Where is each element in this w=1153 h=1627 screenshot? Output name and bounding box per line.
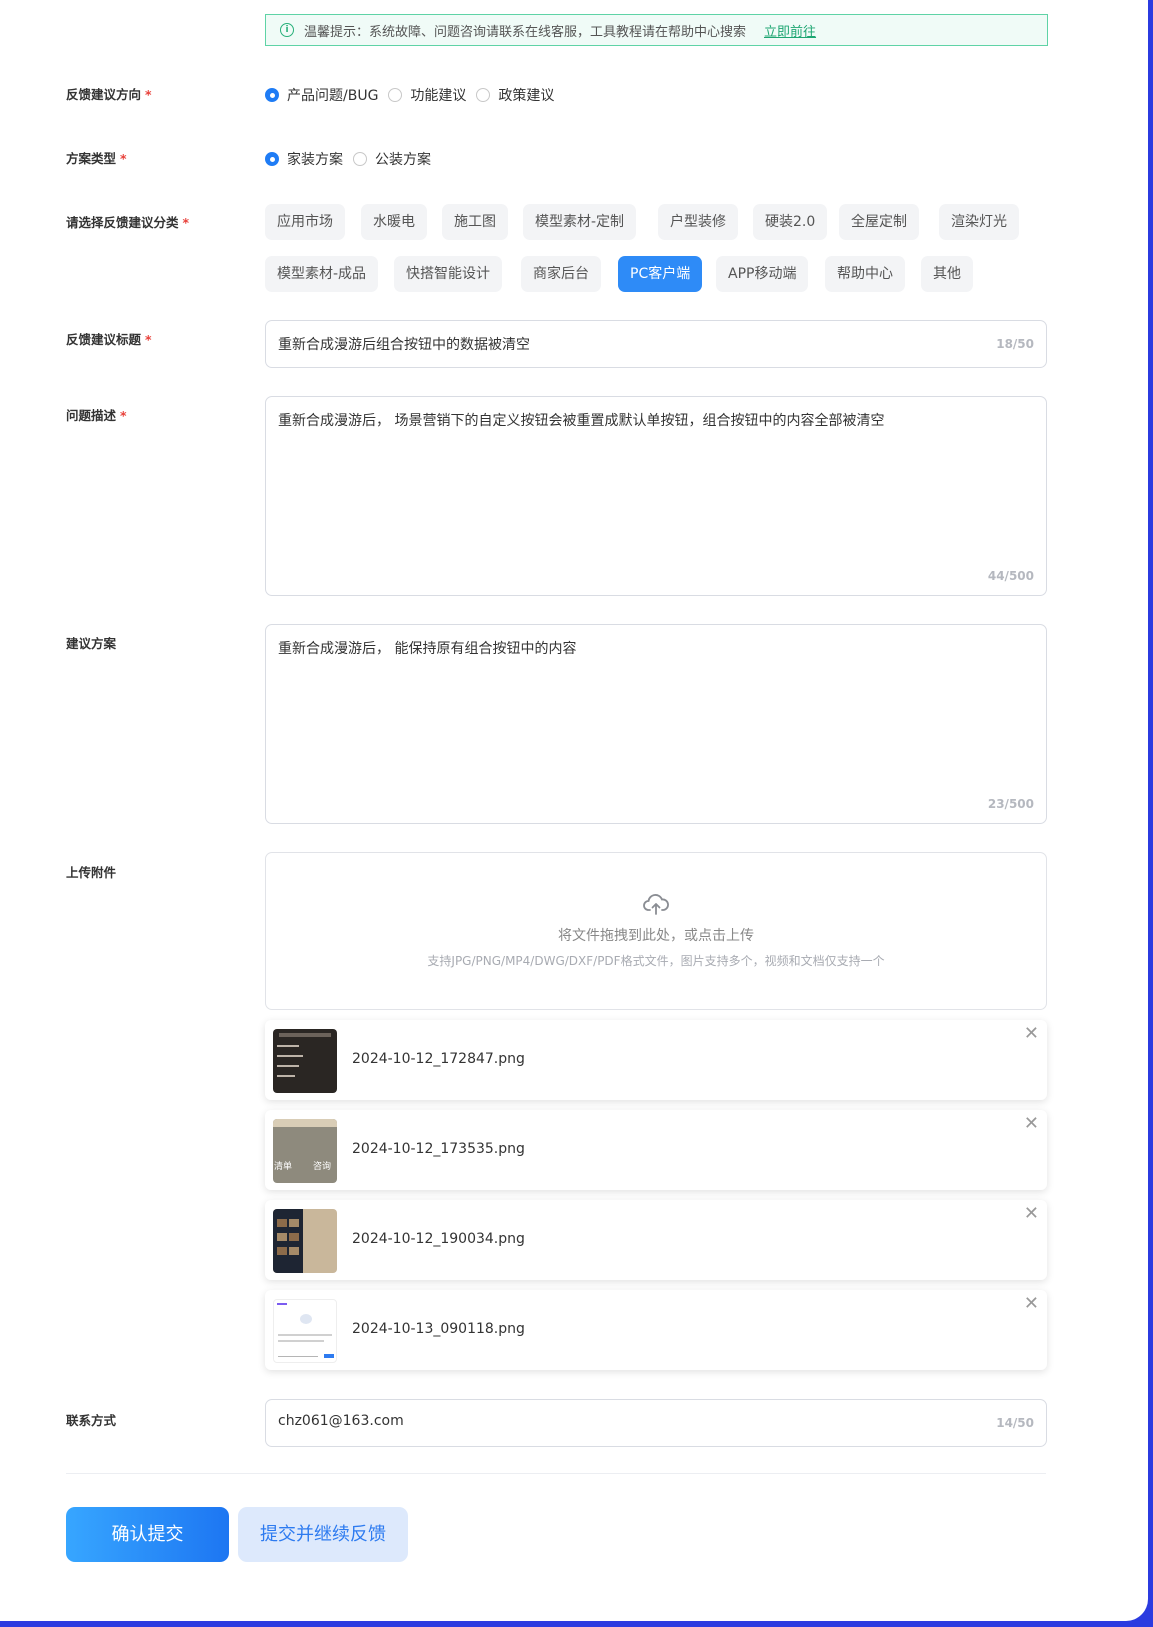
chip-render-lighting[interactable]: 渲染灯光 [939,204,1019,240]
upload-hint: 将文件拖拽到此处，或点击上传 [558,928,754,944]
suggestion-value: 重新合成漫游后， 能保持原有组合按钮中的内容 [278,641,577,657]
suggestion-char-count: 23/500 [987,797,1034,811]
chip-floorplan-decoration[interactable]: 户型装修 [658,204,738,240]
contact-label: 联系方式 [66,1413,117,1428]
radio-unchecked-icon [353,152,367,166]
description-char-count: 44/500 [987,569,1034,583]
file-item: 清单 咨询 2024-10-12_173535.png ✕ [265,1110,1047,1190]
upload-label: 上传附件 [66,865,117,880]
title-input[interactable]: 重新合成漫游后组合按钮中的数据被清空 18/50 [265,320,1047,368]
description-value: 重新合成漫游后， 场景营销下的自定义按钮会被重置成默认单按钮，组合按钮中的内容全… [278,413,885,429]
feedback-form-page: i 温馨提示：系统故障、问题咨询请联系在线客服，工具教程请在帮助中心搜索 立即前… [0,0,1148,1621]
chip-other[interactable]: 其他 [921,256,973,292]
upload-dropzone[interactable]: 将文件拖拽到此处，或点击上传 支持JPG/PNG/MP4/DWG/DXF/PDF… [265,852,1047,1010]
radio-commercial-plan[interactable]: 公装方案 [353,149,431,169]
title-label: 反馈建议标题 * [66,332,152,347]
title-char-count: 18/50 [996,337,1034,351]
chip-merchant-backend[interactable]: 商家后台 [521,256,601,292]
notice-link[interactable]: 立即前往 [764,21,816,40]
radio-checked-icon [265,152,279,166]
chip-app-market[interactable]: 应用市场 [265,204,345,240]
chip-hardscape[interactable]: 硬装2.0 [753,204,828,240]
file-name: 2024-10-12_190034.png [352,1231,525,1247]
file-thumbnail[interactable] [273,1299,337,1363]
chip-app-mobile[interactable]: APP移动端 [716,256,809,292]
chip-model-finished[interactable]: 模型素材-成品 [265,256,379,292]
radio-policy-suggestion[interactable]: 政策建议 [476,85,554,105]
radio-checked-icon [265,88,279,102]
required-mark: * [145,332,152,347]
remove-file-icon[interactable]: ✕ [1024,1115,1039,1133]
description-label: 问题描述 * [66,408,127,423]
file-item: 2024-10-13_090118.png ✕ [265,1290,1047,1370]
radio-unchecked-icon [476,88,491,102]
file-name: 2024-10-12_172847.png [352,1051,525,1067]
chip-pc-client[interactable]: PC客户端 [618,256,703,292]
remove-file-icon[interactable]: ✕ [1024,1025,1039,1043]
radio-home-plan[interactable]: 家装方案 [265,149,343,169]
chip-plumbing-electric[interactable]: 水暖电 [361,204,427,240]
suggestion-label: 建议方案 [66,636,117,651]
direction-radio-group: 产品问题/BUG 功能建议 政策建议 [265,85,564,105]
file-name: 2024-10-13_090118.png [352,1321,525,1337]
upload-formats: 支持JPG/PNG/MP4/DWG/DXF/PDF格式文件，图片支持多个，视频和… [427,954,885,968]
suggestion-textarea[interactable]: 重新合成漫游后， 能保持原有组合按钮中的内容 23/500 [265,624,1047,824]
notice-bar: i 温馨提示：系统故障、问题咨询请联系在线客服，工具教程请在帮助中心搜索 立即前… [265,14,1048,46]
submit-continue-button[interactable]: 提交并继续反馈 [238,1507,408,1562]
required-mark: * [120,151,127,166]
notice-text: 温馨提示：系统故障、问题咨询请联系在线客服，工具教程请在帮助中心搜索 [304,24,747,40]
plan-type-radio-group: 家装方案 公装方案 [265,149,441,169]
required-mark: * [120,408,127,423]
file-item: 2024-10-12_172847.png ✕ [265,1020,1047,1100]
contact-input-value: chz061@163.com [278,1413,404,1429]
radio-feature-suggestion[interactable]: 功能建议 [388,85,466,105]
file-item: 2024-10-12_190034.png ✕ [265,1200,1047,1280]
radio-product-bug[interactable]: 产品问题/BUG [265,85,378,105]
remove-file-icon[interactable]: ✕ [1024,1205,1039,1223]
plan-type-label: 方案类型 * [66,151,127,166]
window-frame-edge [1148,0,1153,1627]
chip-model-custom[interactable]: 模型素材-定制 [523,204,637,240]
required-mark: * [182,215,190,230]
chip-whole-house-custom[interactable]: 全屋定制 [839,204,919,240]
chip-help-center[interactable]: 帮助中心 [825,256,905,292]
title-input-value: 重新合成漫游后组合按钮中的数据被清空 [278,337,530,353]
required-mark: * [145,87,152,102]
chip-quick-design[interactable]: 快搭智能设计 [394,256,502,292]
submit-button[interactable]: 确认提交 [66,1507,229,1562]
category-label: 请选择反馈建议分类 * [66,215,190,230]
remove-file-icon[interactable]: ✕ [1024,1295,1039,1313]
chip-construction-drawing[interactable]: 施工图 [442,204,508,240]
contact-char-count: 14/50 [996,1416,1034,1430]
file-thumbnail[interactable]: 清单 咨询 [273,1119,337,1183]
direction-label: 反馈建议方向 * [66,87,152,102]
divider [66,1473,1046,1474]
upload-cloud-icon [266,893,1046,919]
file-thumbnail[interactable] [273,1029,337,1093]
category-chips: 应用市场 水暖电 施工图 模型素材-定制 户型装修 硬装2.0 全屋定制 渲染灯… [265,204,1065,294]
radio-unchecked-icon [388,88,403,102]
info-icon: i [280,23,294,37]
contact-input[interactable]: chz061@163.com 14/50 [265,1399,1047,1447]
file-thumbnail[interactable] [273,1209,337,1273]
file-name: 2024-10-12_173535.png [352,1141,525,1157]
description-textarea[interactable]: 重新合成漫游后， 场景营销下的自定义按钮会被重置成默认单按钮，组合按钮中的内容全… [265,396,1047,596]
